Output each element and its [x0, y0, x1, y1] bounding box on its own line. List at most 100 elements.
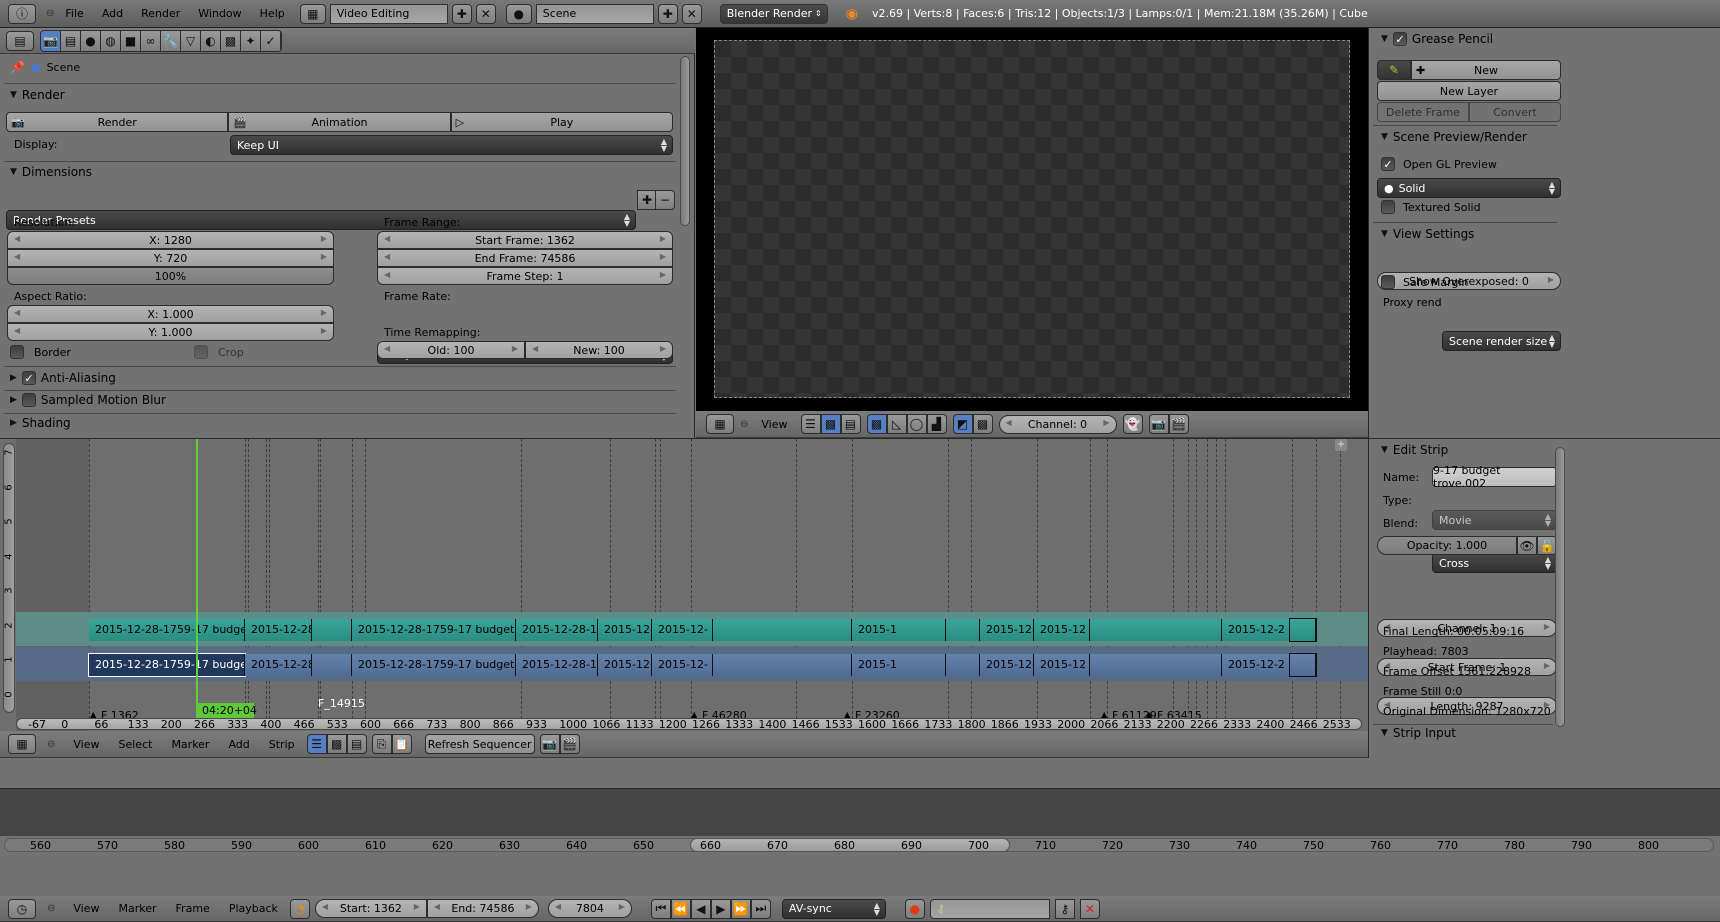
menu-window[interactable]: Window	[191, 7, 248, 20]
keying-set-field[interactable]: ⚷	[929, 898, 1050, 919]
delete-keyframe-icon[interactable]: ✕	[1079, 898, 1100, 919]
object-icon[interactable]: ■	[121, 30, 141, 51]
channel-field[interactable]: ◀ Channel: 0 ▶	[998, 414, 1117, 434]
scene-icon[interactable]: ●	[505, 3, 532, 24]
animation-button[interactable]: 🎬 Animation	[228, 112, 451, 132]
view-sequencer-icon[interactable]: ☰	[800, 414, 821, 434]
world-icon[interactable]: ◍	[101, 30, 121, 51]
render-icon[interactable]: 📷	[41, 30, 61, 51]
safe-margin-checkbox[interactable]: Safe Margin	[1381, 275, 1468, 289]
resolution-percent-slider[interactable]: 100%	[7, 267, 334, 285]
display-vectorscope-icon[interactable]: ◯	[906, 414, 927, 434]
constraints-icon[interactable]: ∞	[141, 30, 161, 51]
view-sequencer-preview-icon[interactable]: ▤	[840, 414, 861, 434]
opacity-slider[interactable]: Opacity: 1.000	[1377, 536, 1517, 555]
refresh-sequencer-button[interactable]: Refresh Sequencer	[424, 734, 535, 754]
render-presets-select[interactable]: Render Presets ▲ ▼	[6, 210, 636, 230]
paste-strips-icon[interactable]: 📋	[391, 734, 412, 754]
seq-menu-view[interactable]: View	[66, 738, 106, 751]
end-frame-field[interactable]: ◀ End Frame: 74586 ▶	[377, 249, 673, 267]
color-channel-icon[interactable]: ◩	[952, 414, 973, 434]
strip-channel-2[interactable]: 2015-12-	[652, 619, 713, 641]
render-layers-icon[interactable]: ▤	[61, 30, 81, 51]
playhead-line[interactable]	[196, 439, 198, 729]
play-icon[interactable]: ▶	[710, 898, 731, 919]
mute-eye-icon[interactable]: 👁	[1517, 536, 1537, 555]
strip-name-field[interactable]: 9-17 budget trove.002	[1432, 464, 1557, 490]
timeline-end-field[interactable]: ◀ End: 74586 ▶	[426, 899, 539, 918]
strip-channel-1[interactable]: 2015-12-28-1	[516, 654, 598, 676]
scene-preview-panel-header[interactable]: ▼ Scene Preview/Render	[1381, 130, 1527, 144]
blend-select[interactable]: Cross ▲ ▼	[1432, 553, 1557, 573]
crop-checkbox[interactable]: Crop	[194, 345, 244, 359]
new-layer-button[interactable]: New Layer	[1377, 81, 1561, 101]
strip-channel-2[interactable]: 2015-12-	[598, 619, 652, 641]
editor-type-sequencer-icon[interactable]: ▦	[706, 414, 734, 434]
data-icon[interactable]: ▽	[181, 30, 201, 51]
properties-scrollbar[interactable]	[680, 56, 690, 226]
particles-icon[interactable]: ✦	[241, 30, 261, 51]
add-preset-icon[interactable]: ✚	[637, 190, 657, 210]
seq-menu-strip[interactable]: Strip	[262, 738, 302, 751]
editor-type-sequencer-icon[interactable]: ▦	[8, 734, 36, 754]
alpha-channel-icon[interactable]: ▩	[972, 414, 993, 434]
add-scene-icon[interactable]: ✚	[657, 3, 678, 24]
editor-type-properties-icon[interactable]: ▤	[6, 30, 34, 51]
strip-channel-2[interactable]: 2015-12	[1034, 619, 1090, 641]
next-keyframe-icon[interactable]: ⏩	[730, 898, 751, 919]
auto-keyframe-record-icon[interactable]: ●	[904, 898, 925, 919]
jump-end-icon[interactable]: ⏭	[750, 898, 771, 919]
ghost-icon[interactable]: 👻	[1122, 414, 1143, 434]
strip-channel-1[interactable]: 2015-12-	[652, 654, 713, 676]
strip-channel-1[interactable]: 2015-12-28-1759-17 budget tro	[352, 654, 516, 676]
strip-channel-1[interactable]: 2015-12	[1034, 654, 1090, 676]
strip-channel-1-filler[interactable]	[1289, 653, 1317, 677]
collapse-menu-icon[interactable]: ⊖	[740, 419, 748, 430]
timeline-marker[interactable]: F_14915	[318, 697, 365, 710]
editor-type-timeline-icon[interactable]: ◷	[8, 898, 36, 919]
view-preview-icon[interactable]: ▩	[326, 734, 347, 754]
border-checkbox[interactable]: Border	[10, 345, 71, 359]
anti-aliasing-panel-header[interactable]: ▶ ✓ Anti-Aliasing	[10, 371, 116, 385]
aspect-y-field[interactable]: ◀ Y: 1.000 ▶	[7, 323, 334, 341]
display-waveform-icon[interactable]: ◺	[886, 414, 907, 434]
strip-channel-1[interactable]	[312, 654, 352, 676]
grease-pencil-panel-header[interactable]: ▼ ✓ Grease Pencil	[1381, 32, 1493, 46]
timeline-start-field[interactable]: ◀ Start: 1362 ▶	[314, 899, 427, 918]
grease-pencil-new-button[interactable]: ✚ New	[1411, 60, 1561, 80]
delete-frame-button[interactable]: Delete Frame	[1377, 102, 1469, 122]
strip-channel-1-filler[interactable]	[713, 654, 852, 676]
edit-strip-panel-header[interactable]: ▼ Edit Strip	[1381, 443, 1448, 457]
motion-blur-checkbox[interactable]	[21, 393, 36, 407]
pin-icon[interactable]: 📌	[10, 60, 25, 74]
menu-file[interactable]: File	[58, 7, 90, 20]
resolution-x-field[interactable]: ◀ X: 1280 ▶	[7, 231, 334, 249]
strip-channel-1-filler[interactable]	[946, 654, 980, 676]
screen-layout-icon[interactable]: ▦	[299, 3, 326, 24]
seq-menu-marker[interactable]: Marker	[164, 738, 216, 751]
dimensions-panel-header[interactable]: ▼ Dimensions	[10, 165, 92, 179]
strip-channel-2[interactable]: 2015-12-28-1759-17 budget tr	[89, 619, 245, 641]
strip-channel-1[interactable]: 2015-12-2	[1222, 654, 1290, 676]
seq-menu-add[interactable]: Add	[221, 738, 256, 751]
strip-channel-1[interactable]: 2015-12-	[598, 654, 652, 676]
resolution-y-field[interactable]: ◀ Y: 720 ▶	[7, 249, 334, 267]
collapse-menu-icon[interactable]: ⊖	[46, 8, 54, 19]
time-new-field[interactable]: ◀ New: 100 ▶	[525, 341, 673, 359]
pencil-icon[interactable]: ✎	[1377, 60, 1411, 80]
convert-button[interactable]: Convert	[1469, 102, 1561, 122]
aspect-x-field[interactable]: ◀ X: 1.000 ▶	[7, 305, 334, 323]
strip-channel-1[interactable]: 2015-12-	[980, 654, 1034, 676]
sync-mode-select[interactable]: AV-sync ▲ ▼	[781, 898, 886, 919]
strip-channel-2[interactable]: 2015-12-2	[1222, 619, 1290, 641]
frame-step-field[interactable]: ◀ Frame Step: 1 ▶	[377, 267, 673, 285]
timeline-keyframe-area[interactable]	[0, 788, 1720, 836]
display-select[interactable]: Keep UI ▲ ▼	[230, 135, 673, 155]
proxy-render-select[interactable]: Scene render size ▲ ▼	[1442, 331, 1561, 351]
add-screen-icon[interactable]: ✚	[451, 3, 472, 24]
remove-preset-icon[interactable]: −	[655, 190, 675, 210]
strip-channel-1[interactable]: 2015-12-28-1759-17 budget tr	[88, 653, 246, 677]
sidebar-scrollbar[interactable]	[1555, 447, 1565, 727]
collapse-menu-icon[interactable]: ⊖	[47, 739, 55, 750]
strip-channel-1-filler[interactable]	[1090, 654, 1222, 676]
